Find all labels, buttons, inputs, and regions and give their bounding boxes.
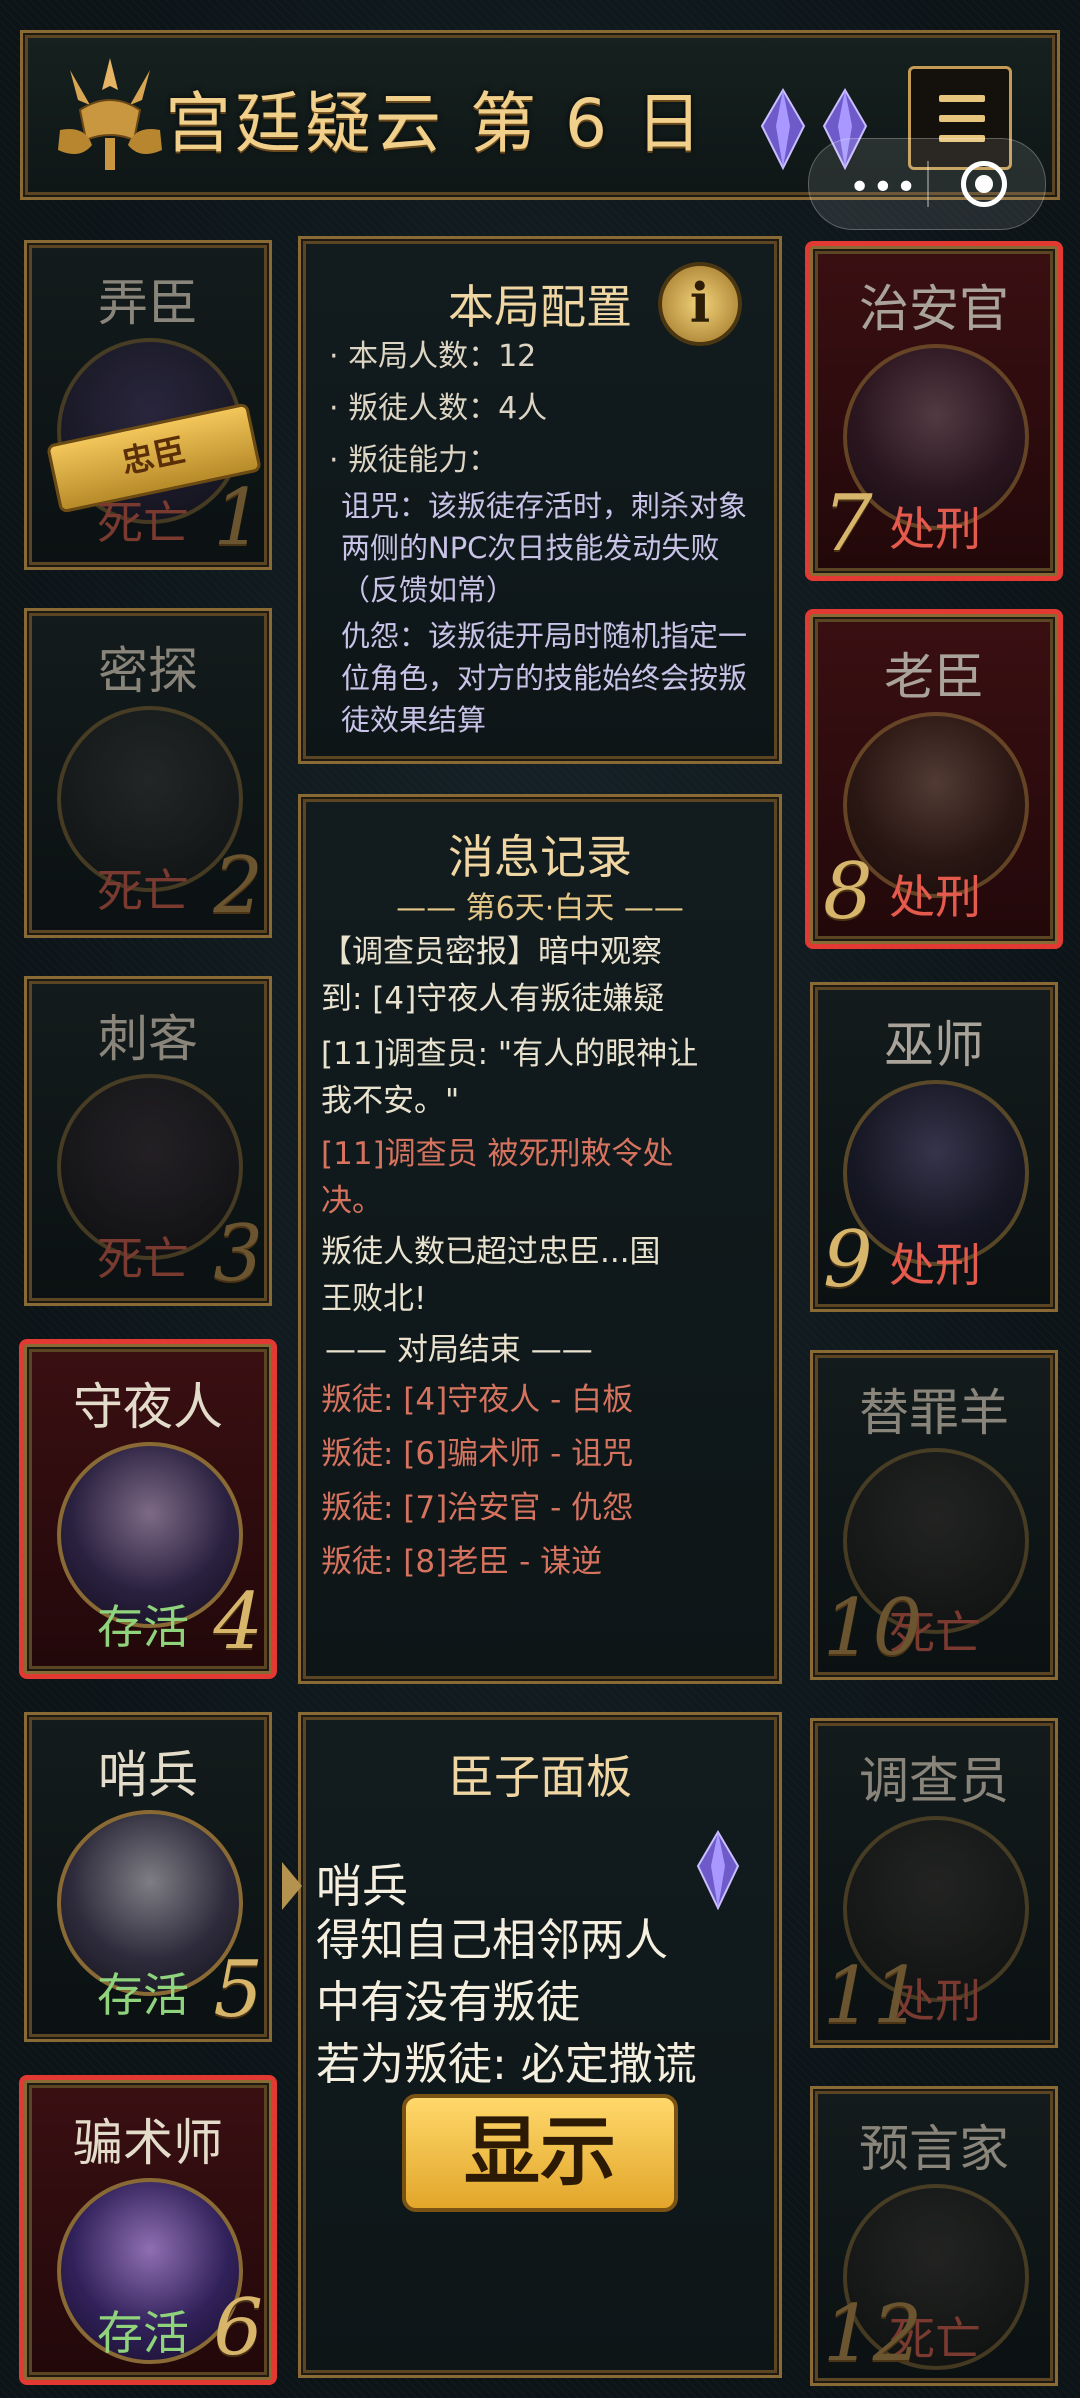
message-log-panel: 消息记录 —— 第6天·白天 —— 【调查员密报】暗中观察 到: [4]守夜人有… [298,794,782,1684]
log-title: 消息记录 [448,830,632,884]
selection-arrow-icon [282,1862,302,1910]
player-card-8[interactable]: 老臣 处刑 8 [805,609,1063,949]
log-line: 叛徒人数已超过忠臣...国 [321,1234,661,1270]
status-label: 处刑 [889,502,981,556]
player-number: 8 [823,847,873,937]
trident-crown-icon [58,58,162,170]
player-number: 7 [823,479,873,569]
purple-gem-icon [760,88,806,170]
player-card-1[interactable]: 弄臣 忠臣 死亡 1 [24,240,272,570]
player-number: 11 [823,1951,923,2041]
page-title: 宫廷疑云 第 6 日 [165,85,706,162]
status-label: 存活 [97,2306,189,2360]
purple-gem-icon [696,1830,740,1910]
status-label: 存活 [97,1968,189,2022]
log-line: 叛徒: [8]老臣 - 谋逆 [321,1544,603,1580]
show-button[interactable]: 显示 [402,2094,678,2212]
status-label: 处刑 [889,1238,981,1292]
log-line: 叛徒: [4]守夜人 - 白板 [321,1382,634,1418]
grudge-description: 仇怨：该叛徒开局时随机指定一位角色，对方的技能始终会按叛徒效果结算 [341,619,748,737]
player-card-3[interactable]: 刺客 死亡 3 [24,976,272,1306]
minister-desc-line: 中有没有叛徒 [316,1977,580,2028]
log-line: 决。 [321,1183,383,1219]
player-number: 4 [213,1577,263,1667]
config-traitors: · 叛徒人数：4人 [329,391,548,426]
log-line: 我不安。" [321,1083,460,1119]
curse-description: 诅咒：该叛徒存活时，刺杀对象两侧的NPC次日技能发动失败（反馈如常） [341,489,748,607]
minister-desc-line: 若为叛徒: 必定撒谎 [316,2039,697,2090]
status-label: 存活 [97,1600,189,1654]
status-label: 处刑 [889,870,981,924]
minister-title: 臣子面板 [448,1750,632,1804]
log-end-header: —— 对局结束 —— [325,1332,593,1368]
player-card-4[interactable]: 守夜人 存活 4 [19,1339,277,1679]
log-line: 到: [4]守夜人有叛徒嫌疑 [321,981,665,1017]
menu-icon [939,95,985,102]
player-number: 1 [213,473,263,563]
log-day-header: —— 第6天·白天 —— [396,891,684,926]
more-button[interactable]: ••• [849,167,919,208]
player-number: 6 [213,2283,263,2373]
log-line: [11]调查员 被死刑敕令处 [321,1136,674,1172]
player-card-12[interactable]: 预言家 死亡 12 [810,2086,1058,2386]
player-number: 2 [213,841,263,931]
player-card-11[interactable]: 调查员 处刑 11 [810,1718,1058,2048]
status-label: 死亡 [97,496,189,550]
player-card-5[interactable]: 哨兵 存活 5 [24,1712,272,2042]
status-label: 死亡 [97,864,189,918]
player-card-6[interactable]: 骗术师 存活 6 [19,2075,277,2385]
log-line: 王败北! [321,1281,427,1317]
config-abilities: · 叛徒能力： [329,443,499,478]
log-line: 【调查员密报】暗中观察 [321,934,662,970]
minister-desc-line: 得知自己相邻两人 [316,1915,668,1966]
config-players: · 本局人数：12 [329,339,537,374]
player-card-9[interactable]: 巫师 处刑 9 [810,982,1058,1312]
player-card-7[interactable]: 治安官 处刑 7 [805,241,1063,581]
player-number: 9 [823,1215,873,1305]
player-card-2[interactable]: 密探 死亡 2 [24,608,272,938]
status-label: 死亡 [97,1232,189,1286]
player-number: 3 [213,1209,263,1299]
log-line: 叛徒: [7]治安官 - 仇怨 [321,1490,634,1526]
mini-program-capsule: ••• [808,138,1046,230]
info-button[interactable]: i [658,262,742,346]
player-card-10[interactable]: 替罪羊 死亡 10 [810,1350,1058,1680]
player-number: 5 [213,1945,263,2035]
player-number: 10 [823,1583,923,1673]
player-number: 12 [823,2289,923,2379]
log-line: 叛徒: [6]骗术师 - 诅咒 [321,1436,634,1472]
log-line: [11]调查员: "有人的眼神让 [321,1036,699,1072]
target-icon[interactable] [961,161,1007,207]
